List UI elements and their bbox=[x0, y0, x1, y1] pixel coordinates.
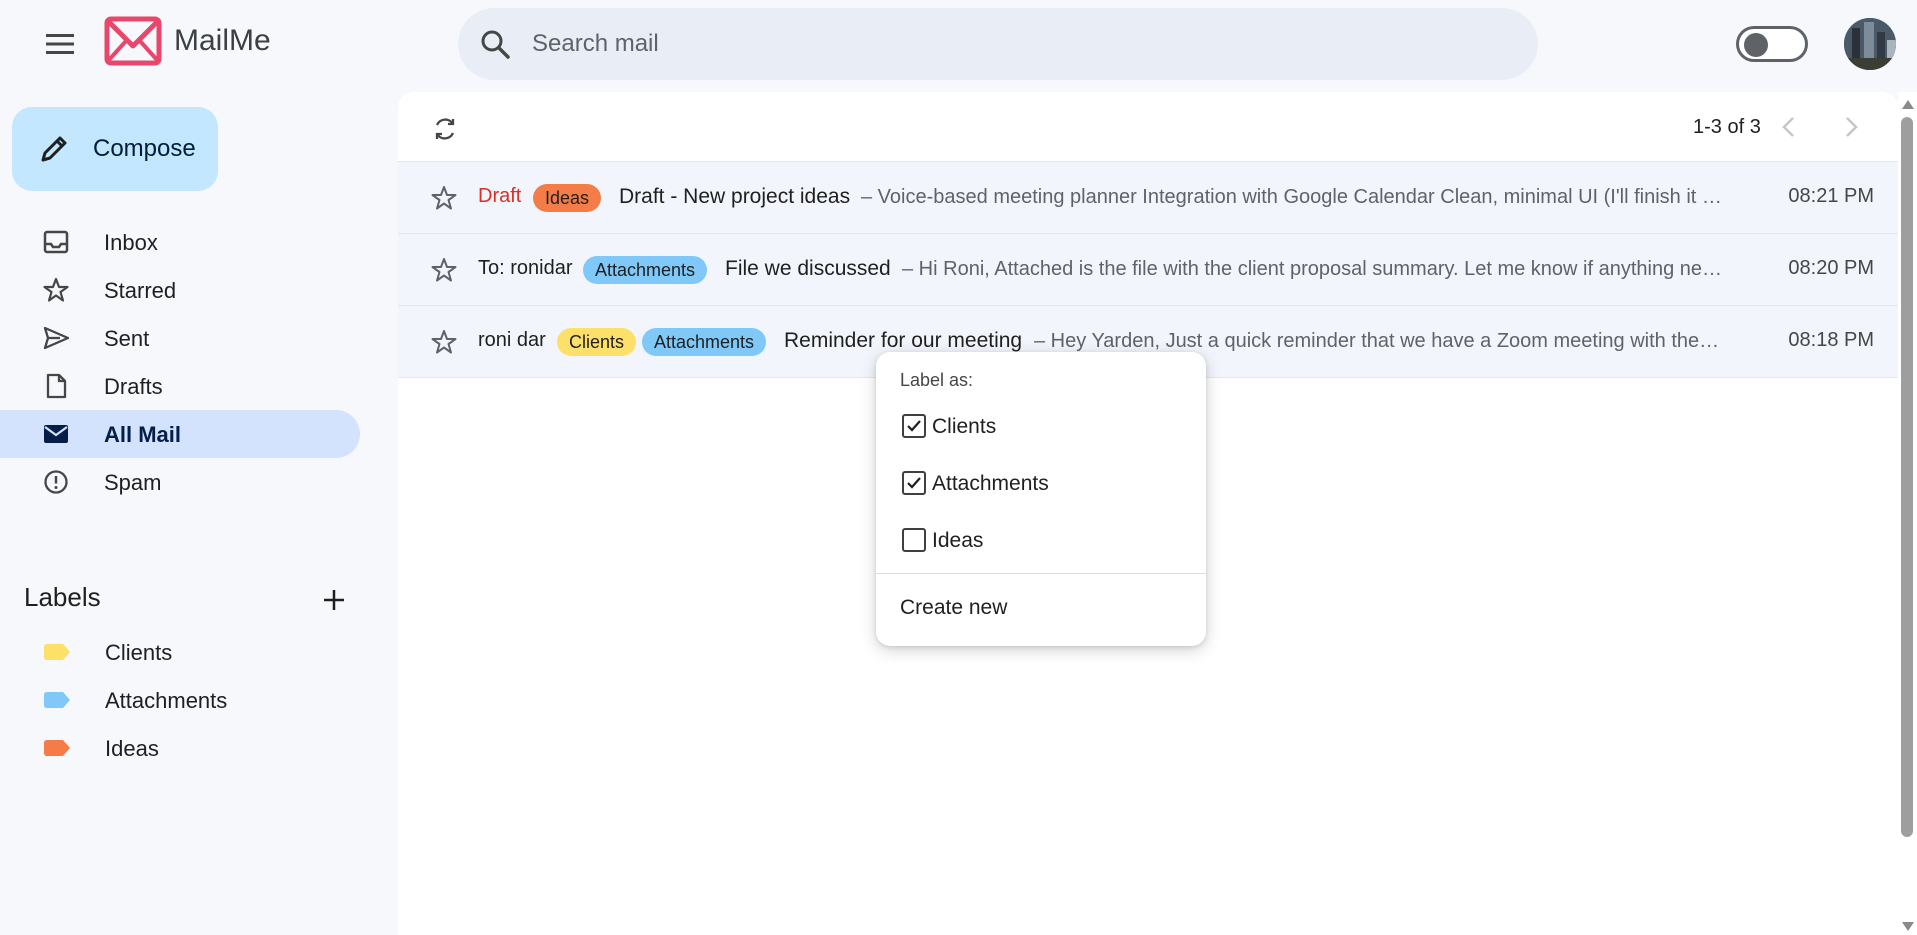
label-tag-icon bbox=[44, 644, 70, 660]
scrollbar[interactable] bbox=[1898, 92, 1917, 935]
email-time: 08:18 PM bbox=[1788, 329, 1874, 351]
email-snippet: – Voice-based meeting planner Integratio… bbox=[861, 186, 1723, 208]
label-option-attachments[interactable]: Attachments bbox=[876, 458, 1206, 508]
sidebar-item-sent[interactable]: Sent bbox=[0, 314, 360, 362]
checkbox[interactable] bbox=[902, 414, 926, 438]
label-option-text: Clients bbox=[932, 415, 997, 438]
email-sender: Draft bbox=[478, 185, 522, 207]
email-sender: To: ronidar bbox=[478, 257, 573, 279]
sidebar-label-name: Attachments bbox=[105, 688, 228, 713]
toggle-knob bbox=[1744, 33, 1768, 57]
scroll-up-arrow[interactable] bbox=[1902, 100, 1914, 109]
chevron-left-icon[interactable] bbox=[1772, 110, 1806, 144]
pencil-icon bbox=[41, 136, 67, 162]
email-subject: Draft - New project ideas bbox=[619, 185, 851, 208]
sidebar-item-label: Drafts bbox=[104, 374, 163, 399]
plus-icon[interactable] bbox=[316, 582, 352, 618]
email-time: 08:20 PM bbox=[1788, 257, 1874, 279]
sidebar-label-name: Ideas bbox=[105, 736, 159, 761]
search-icon[interactable] bbox=[478, 27, 514, 63]
label-menu-title: Label as: bbox=[900, 370, 974, 390]
star-icon[interactable] bbox=[430, 328, 458, 356]
checkmark-icon bbox=[907, 420, 921, 432]
checkbox[interactable] bbox=[902, 471, 926, 495]
email-sender: roni dar bbox=[478, 329, 546, 351]
menu-divider bbox=[876, 573, 1206, 574]
avatar-photo bbox=[1844, 18, 1896, 70]
scrollbar-thumb[interactable] bbox=[1901, 117, 1913, 837]
sidebar-item-drafts[interactable]: Drafts bbox=[0, 362, 360, 410]
main-menu-button[interactable] bbox=[36, 24, 84, 64]
email-snippet: – Hi Roni, Attached is the file with the… bbox=[902, 258, 1723, 280]
email-snippet: – Hey Yarden, Just a quick reminder that… bbox=[1034, 330, 1723, 352]
star-icon[interactable] bbox=[430, 184, 458, 212]
sidebar-item-label: All Mail bbox=[104, 422, 182, 447]
sidebar-label-name: Clients bbox=[105, 640, 173, 665]
email-row[interactable]: To: ronidar Attachments File we discusse… bbox=[398, 233, 1898, 305]
email-subject: File we discussed bbox=[725, 257, 891, 280]
top-bar: MailMe bbox=[0, 0, 1917, 88]
sidebar-item-label: Sent bbox=[104, 326, 150, 351]
hamburger-icon bbox=[46, 34, 74, 54]
email-label-chip: Clients bbox=[557, 328, 637, 356]
theme-toggle[interactable] bbox=[1736, 26, 1808, 62]
create-new-label-button[interactable]: Create new bbox=[900, 596, 1007, 620]
star-icon bbox=[43, 277, 69, 302]
inbox-icon bbox=[43, 230, 69, 254]
label-tag-icon bbox=[44, 740, 70, 756]
pagination-text: 1-3 of 3 bbox=[1693, 116, 1761, 138]
email-time: 08:21 PM bbox=[1788, 185, 1874, 207]
email-label-chip: Attachments bbox=[583, 256, 708, 284]
label-option-text: Attachments bbox=[932, 472, 1049, 495]
email-label-chip: Attachments bbox=[642, 328, 767, 356]
label-tag-icon bbox=[44, 692, 70, 708]
compose-button[interactable]: Compose bbox=[12, 107, 218, 191]
email-subject: Reminder for our meeting bbox=[784, 329, 1023, 352]
send-icon bbox=[43, 326, 70, 350]
sidebar-item-label: Inbox bbox=[104, 230, 158, 255]
checkbox[interactable] bbox=[902, 528, 926, 552]
draft-file-icon bbox=[46, 373, 67, 399]
sidebar-item-label: Spam bbox=[104, 470, 162, 495]
checkmark-icon bbox=[907, 477, 921, 489]
label-as-menu: Label as: Clients Attachments Ideas Crea… bbox=[876, 352, 1206, 646]
sidebar-item-starred[interactable]: Starred bbox=[0, 266, 360, 314]
email-row[interactable]: Draft Ideas Draft - New project ideas – … bbox=[398, 161, 1898, 233]
labels-heading: Labels bbox=[24, 582, 101, 612]
label-option-clients[interactable]: Clients bbox=[876, 401, 1206, 451]
sidebar-item-label: Starred bbox=[104, 278, 177, 303]
scroll-down-arrow[interactable] bbox=[1902, 922, 1914, 931]
label-option-ideas[interactable]: Ideas bbox=[876, 515, 1206, 565]
spam-icon bbox=[44, 470, 68, 494]
mail-logo-icon bbox=[104, 16, 162, 66]
label-option-text: Ideas bbox=[932, 529, 984, 552]
sidebar-label-clients[interactable]: Clients bbox=[0, 629, 360, 675]
email-label-chip: Ideas bbox=[533, 184, 602, 212]
compose-label: Compose bbox=[93, 135, 196, 162]
sidebar-item-spam[interactable]: Spam bbox=[0, 458, 360, 506]
search-input[interactable] bbox=[532, 24, 1512, 64]
refresh-icon[interactable] bbox=[428, 112, 462, 146]
avatar[interactable] bbox=[1844, 18, 1896, 70]
sidebar-item-all-mail[interactable]: All Mail bbox=[0, 410, 360, 458]
sidebar-label-attachments[interactable]: Attachments bbox=[0, 677, 360, 723]
mail-icon bbox=[44, 425, 68, 443]
sidebar-item-inbox[interactable]: Inbox bbox=[0, 218, 360, 266]
app-name: MailMe bbox=[174, 24, 271, 57]
star-icon[interactable] bbox=[430, 256, 458, 284]
sidebar-label-ideas[interactable]: Ideas bbox=[0, 725, 360, 771]
chevron-right-icon[interactable] bbox=[1834, 110, 1868, 144]
